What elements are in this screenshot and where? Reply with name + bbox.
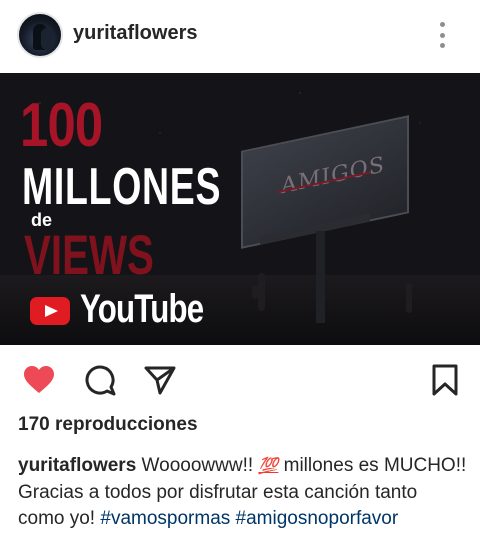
like-heart-icon[interactable] (22, 363, 56, 397)
headline-number: 100 (20, 91, 103, 160)
caption-text-1: Woooowww!! (141, 455, 254, 476)
post-header: yuritaflowers (0, 0, 480, 72)
youtube-play-icon (30, 297, 70, 325)
headline-views: VIEWS (24, 223, 154, 286)
cactus (406, 283, 412, 313)
save-bookmark-icon[interactable] (428, 363, 462, 397)
caption-username[interactable]: yuritaflowers (18, 455, 136, 476)
comment-icon[interactable] (83, 363, 117, 397)
view-count[interactable]: 170 reproducciones (18, 414, 198, 436)
caption: yuritaflowers Woooowww!! 💯 millones es M… (18, 453, 468, 532)
share-icon[interactable] (143, 363, 177, 397)
avatar[interactable] (17, 12, 63, 58)
avatar-figure-2 (41, 28, 53, 50)
hashtag-link[interactable]: #vamospormas (100, 508, 230, 529)
username[interactable]: yuritaflowers (73, 22, 197, 45)
headline-millones: MILLONES (22, 158, 222, 216)
hashtag-link[interactable]: #amigosnoporfavor (236, 508, 399, 529)
billboard-text: AMIGOS (281, 152, 385, 200)
youtube-wordmark: YouTube (80, 287, 204, 331)
action-bar (0, 345, 480, 413)
cactus (258, 273, 265, 311)
hundred-points-emoji: 💯 (258, 458, 279, 475)
billboard-post (316, 231, 325, 323)
more-options-icon[interactable] (432, 20, 452, 50)
post-media[interactable]: AMIGOS 100 MILLONES de VIEWS YouTube (0, 73, 480, 345)
